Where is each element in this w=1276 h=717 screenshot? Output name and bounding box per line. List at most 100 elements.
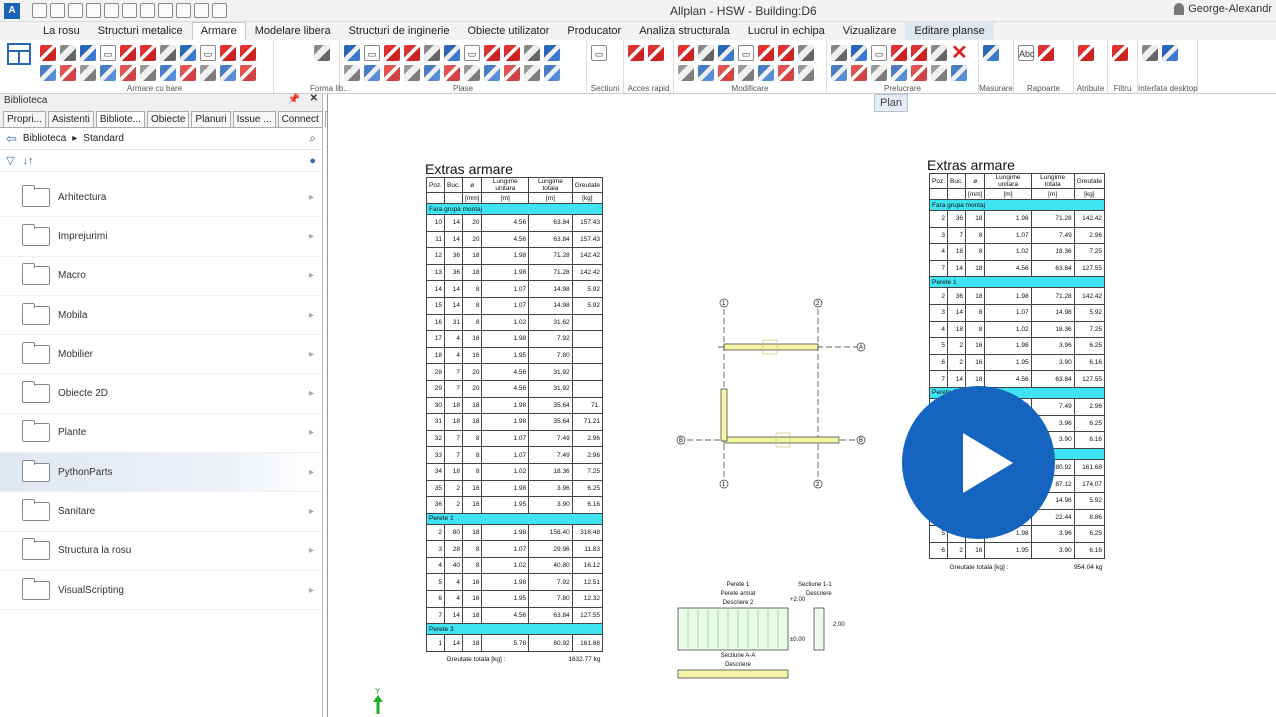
tool-icon[interactable] [220,45,236,61]
print-icon[interactable] [104,3,119,18]
folder-item-macro[interactable]: Macro ▸ [0,257,322,296]
folder-item-pythonparts[interactable]: PythonParts ▸ [0,453,322,493]
tool-icon[interactable]: ▭ [591,45,607,61]
tab-structuri-de-inginerie[interactable]: Structuri de inginerie [340,22,459,40]
tab-structuri-metalice[interactable]: Structuri metalice [89,22,192,40]
tool-icon[interactable] [1112,45,1128,61]
tool-icon[interactable] [911,65,927,81]
tool-icon[interactable] [80,65,96,81]
folder-item-mobilier[interactable]: Mobilier ▸ [0,335,322,375]
tab-producator[interactable]: Producator [558,22,630,40]
tool-icon[interactable] [40,65,56,81]
tool-icon[interactable] [404,45,420,61]
tab-la-rosu[interactable]: La rosu [34,22,89,40]
tool-icon[interactable]: Abc [1018,45,1035,61]
tool-icon[interactable] [698,65,714,81]
tool-icon[interactable] [100,65,116,81]
layout-icon[interactable] [194,3,209,18]
video-play-button[interactable] [902,386,1055,539]
tool-icon[interactable] [891,45,907,61]
tool-icon[interactable] [544,45,560,61]
tool-icon[interactable] [180,65,196,81]
tool-icon[interactable] [444,45,460,61]
close-icon[interactable]: ✕ [310,93,318,104]
tool-icon[interactable]: ▭ [871,45,887,61]
tool-icon[interactable]: ▭ [464,45,480,61]
tool-icon[interactable] [891,65,907,81]
sort-icon[interactable]: ↓↑ [22,155,33,167]
open-icon[interactable] [50,3,65,18]
tool-icon[interactable] [871,65,887,81]
folder-item-plante[interactable]: Plante ▸ [0,414,322,454]
tool-icon[interactable] [364,65,380,81]
panel-tab-connect[interactable]: Connect [277,111,323,127]
tool-icon[interactable] [160,45,176,61]
tool-icon[interactable] [911,45,927,61]
tool-icon[interactable] [758,65,774,81]
tool-icon[interactable] [544,65,560,81]
tool-icon[interactable] [678,45,694,61]
folder-item-arhitectura[interactable]: Arhitectura ▸ [0,178,322,218]
tab-modelare-libera[interactable]: Modelare libera [246,22,340,40]
tool-icon[interactable] [628,45,644,61]
drawing-canvas[interactable]: Plan Extras armare Poz. Buc. ø Lungime unit… [327,94,1276,717]
tool-icon[interactable] [140,45,156,61]
tool-icon[interactable] [718,65,734,81]
tool-icon[interactable] [424,65,440,81]
tools-icon[interactable] [212,3,227,18]
search-icon[interactable]: ⌕ [309,131,316,146]
tool-icon[interactable] [240,45,256,61]
tool-icon[interactable]: ▭ [364,45,380,61]
tool-icon[interactable] [200,65,216,81]
edit-icon[interactable] [86,3,101,18]
tool-icon[interactable] [524,45,540,61]
refresh-icon[interactable]: ● [309,155,316,167]
tool-icon[interactable] [344,45,360,61]
panel-tab-propri[interactable]: Propri... [3,111,47,127]
tool-icon[interactable] [1038,45,1054,61]
save-icon[interactable] [68,3,83,18]
tool-icon[interactable] [60,65,76,81]
tool-icon[interactable] [504,65,520,81]
tab-lucrul-in-echipa[interactable]: Lucrul in echipa [739,22,834,40]
panel-tab-issue[interactable]: Issue ... [232,111,276,127]
undo-icon[interactable] [122,3,137,18]
tool-icon[interactable] [831,45,847,61]
tool-icon[interactable] [140,65,156,81]
panel-tab-asistenti[interactable]: Asistenti [48,111,94,127]
tool-icon[interactable] [931,65,947,81]
tool-icon[interactable] [1078,45,1094,61]
tool-icon[interactable] [698,45,714,61]
tool-icon[interactable] [464,65,480,81]
new-icon[interactable] [32,3,47,18]
tool-icon[interactable] [778,65,794,81]
panel-tab-obiecte[interactable]: Obiecte [146,111,190,127]
tool-icon[interactable] [384,45,400,61]
delete-icon[interactable]: ✕ [951,43,968,63]
allplan-logo-icon[interactable]: A [4,3,20,19]
tool-icon[interactable] [404,65,420,81]
tool-icon[interactable] [220,65,236,81]
tool-icon[interactable] [778,45,794,61]
panel-tab-planuri[interactable]: Planuri [191,111,231,127]
tool-icon[interactable] [798,65,814,81]
tool-icon[interactable] [40,45,56,61]
settings-icon[interactable] [176,3,191,18]
tool-icon[interactable] [120,45,136,61]
tool-icon[interactable] [344,65,360,81]
view-icon[interactable] [158,3,173,18]
folder-item-mobila[interactable]: Mobila ▸ [0,296,322,336]
breadcrumb-current[interactable]: Standard [83,133,124,144]
folder-item-visualscripting[interactable]: VisualScripting ▸ [0,571,322,611]
tool-icon[interactable] [718,45,734,61]
folder-item-sanitare[interactable]: Sanitare ▸ [0,492,322,532]
tool-icon[interactable] [678,65,694,81]
tool-icon[interactable] [484,45,500,61]
tool-icon[interactable] [60,45,76,61]
tool-icon[interactable] [851,65,867,81]
tool-icon[interactable]: ▭ [100,45,116,61]
tool-icon[interactable] [1162,45,1178,61]
folder-item-structura-la-rosu[interactable]: Structura la rosu ▸ [0,532,322,571]
tool-icon[interactable] [648,45,664,61]
tool-icon[interactable] [738,65,754,81]
